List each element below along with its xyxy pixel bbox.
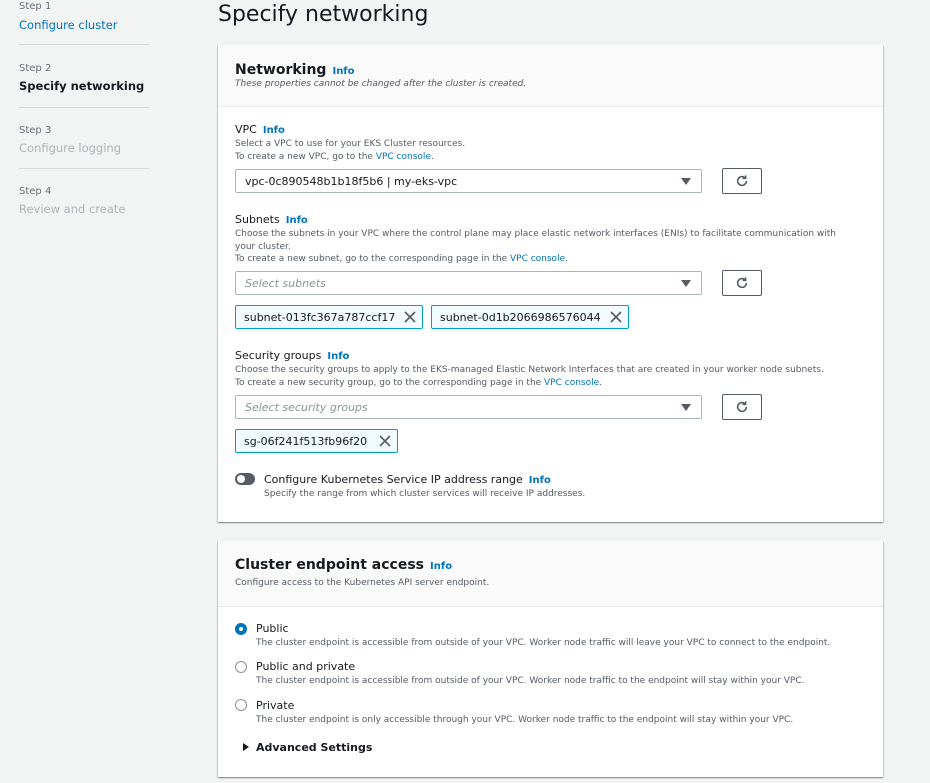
step-divider <box>19 107 150 108</box>
vpc-refresh-button[interactable] <box>722 168 762 194</box>
security-groups-select-placeholder: Select security groups <box>245 401 368 414</box>
description-line: Select a VPC to use for your EKS Cluster… <box>235 139 466 149</box>
security-groups-refresh-button[interactable] <box>722 394 762 420</box>
advanced-settings-toggle[interactable]: Advanced Settings <box>256 741 372 754</box>
step-1: Step 1 Configure cluster <box>19 0 150 33</box>
description-line: To create a new VPC, go to the VPC conso… <box>235 151 855 164</box>
endpoint-access-panel: Cluster endpoint access Info Configure ac… <box>218 541 883 777</box>
description-line: To create a new subnet, go to the corres… <box>235 253 855 266</box>
step-divider <box>19 44 150 45</box>
service-ip-label: Configure Kubernetes Service IP address … <box>264 473 551 486</box>
radio-label-public-and-private: Public and private <box>256 660 356 673</box>
step-title-disabled: Configure logging <box>19 141 122 155</box>
subnets-description: Choose the subnets in your VPC where the… <box>235 228 855 266</box>
security-group-token: sg-06f241f513fb96f20 <box>235 429 398 453</box>
section-title: Networking Info <box>235 62 355 78</box>
close-icon[interactable] <box>403 310 417 324</box>
description-text: . <box>599 377 603 388</box>
description-line: Choose the subnets in your VPC where the… <box>235 229 836 252</box>
section-subtitle: These properties cannot be changed after… <box>235 79 527 89</box>
vpc-description: Select a VPC to use for your EKS Cluster… <box>235 138 855 163</box>
refresh-icon <box>736 401 748 413</box>
field-label: Subnets <box>235 213 280 226</box>
panel-header: Cluster endpoint access Info Configure ac… <box>218 541 883 607</box>
service-ip-description: Specify the range from which cluster ser… <box>264 489 586 499</box>
caret-down-icon <box>681 280 691 287</box>
section-title: Cluster endpoint access Info <box>235 557 452 573</box>
vpc-console-link[interactable]: VPC console <box>510 254 565 264</box>
token-label: subnet-013fc367a787ccf17 <box>244 311 396 324</box>
description-text: . <box>430 151 434 162</box>
description-text: To create a new subnet, go to the corres… <box>235 254 510 264</box>
step-number: Step 3 <box>19 125 52 136</box>
step-3: Step 3 Configure logging <box>19 124 150 156</box>
info-link[interactable]: Info <box>529 475 551 486</box>
step-number: Step 4 <box>19 186 52 197</box>
description-text: . <box>565 254 568 264</box>
token-label: sg-06f241f513fb96f20 <box>244 435 368 448</box>
networking-panel: Networking Info These properties cannot b… <box>218 45 883 522</box>
step-link-configure-cluster[interactable]: Configure cluster <box>19 18 150 33</box>
section-title-text: Networking <box>235 62 327 78</box>
subnets-select-placeholder: Select subnets <box>245 277 326 290</box>
description-line: Choose the security groups to apply to t… <box>235 365 824 375</box>
radio-description: The cluster endpoint is accessible from … <box>256 638 831 648</box>
radio-description: The cluster endpoint is accessible from … <box>256 676 805 686</box>
radio-public[interactable] <box>235 623 247 635</box>
description-text: To create a new security group, go to th… <box>235 377 545 388</box>
info-link[interactable]: Info <box>286 215 308 226</box>
vpc-console-link[interactable]: VPC console <box>376 152 431 162</box>
step-current-title: Specify networking <box>19 79 145 93</box>
vpc-select[interactable]: vpc-0c890548b1b18f5b6 | my-eks-vpc <box>235 169 702 193</box>
service-ip-toggle[interactable] <box>235 473 255 485</box>
subnets-refresh-button[interactable] <box>722 270 762 296</box>
security-groups-select[interactable]: Select security groups <box>235 395 702 419</box>
token-label: subnet-0d1b2066986576044 <box>440 311 601 324</box>
vpc-select-value: vpc-0c890548b1b18f5b6 | my-eks-vpc <box>245 175 458 188</box>
radio-private[interactable] <box>235 699 247 711</box>
close-icon[interactable] <box>609 310 623 324</box>
step-divider <box>19 168 150 169</box>
caret-right-icon[interactable] <box>243 743 249 751</box>
step-4: Step 4 Review and create <box>19 185 150 217</box>
info-link[interactable]: Info <box>327 351 349 362</box>
description-text: To create a new VPC, go to the <box>235 151 376 162</box>
refresh-icon <box>736 277 748 289</box>
step-2: Step 2 Specify networking <box>19 62 150 94</box>
radio-description: The cluster endpoint is only accessible … <box>256 715 794 725</box>
description-line: To create a new security group, go to th… <box>235 377 855 390</box>
field-label: Security groups <box>235 349 322 362</box>
step-title-disabled: Review and create <box>19 202 126 216</box>
vpc-label: VPC Info <box>235 123 285 136</box>
close-icon[interactable] <box>378 434 392 448</box>
info-link[interactable]: Info <box>332 66 354 77</box>
field-label: VPC <box>235 123 257 136</box>
subnet-token: subnet-013fc367a787ccf17 <box>235 305 423 329</box>
caret-down-icon <box>681 404 691 411</box>
security-groups-label: Security groups Info <box>235 349 349 362</box>
page-title: Specify networking <box>218 2 429 27</box>
radio-label-private: Private <box>256 699 295 712</box>
radio-public-and-private[interactable] <box>235 661 247 673</box>
section-subtitle: Configure access to the Kubernetes API s… <box>235 578 490 588</box>
toggle-label: Configure Kubernetes Service IP address … <box>264 473 523 486</box>
step-number: Step 2 <box>19 63 52 74</box>
subnets-select[interactable]: Select subnets <box>235 271 702 295</box>
caret-down-icon <box>681 178 691 185</box>
section-title-text: Cluster endpoint access <box>235 557 424 573</box>
info-link[interactable]: Info <box>263 125 285 136</box>
vpc-console-link[interactable]: VPC console <box>544 378 599 388</box>
refresh-icon <box>736 175 748 187</box>
security-groups-description: Choose the security groups to apply to t… <box>235 364 855 389</box>
subnets-label: Subnets Info <box>235 213 308 226</box>
panel-header: Networking Info These properties cannot b… <box>218 45 883 107</box>
step-number: Step 1 <box>19 1 52 12</box>
subnet-token: subnet-0d1b2066986576044 <box>431 305 629 329</box>
info-link[interactable]: Info <box>430 561 452 572</box>
radio-label-public: Public <box>256 622 289 635</box>
